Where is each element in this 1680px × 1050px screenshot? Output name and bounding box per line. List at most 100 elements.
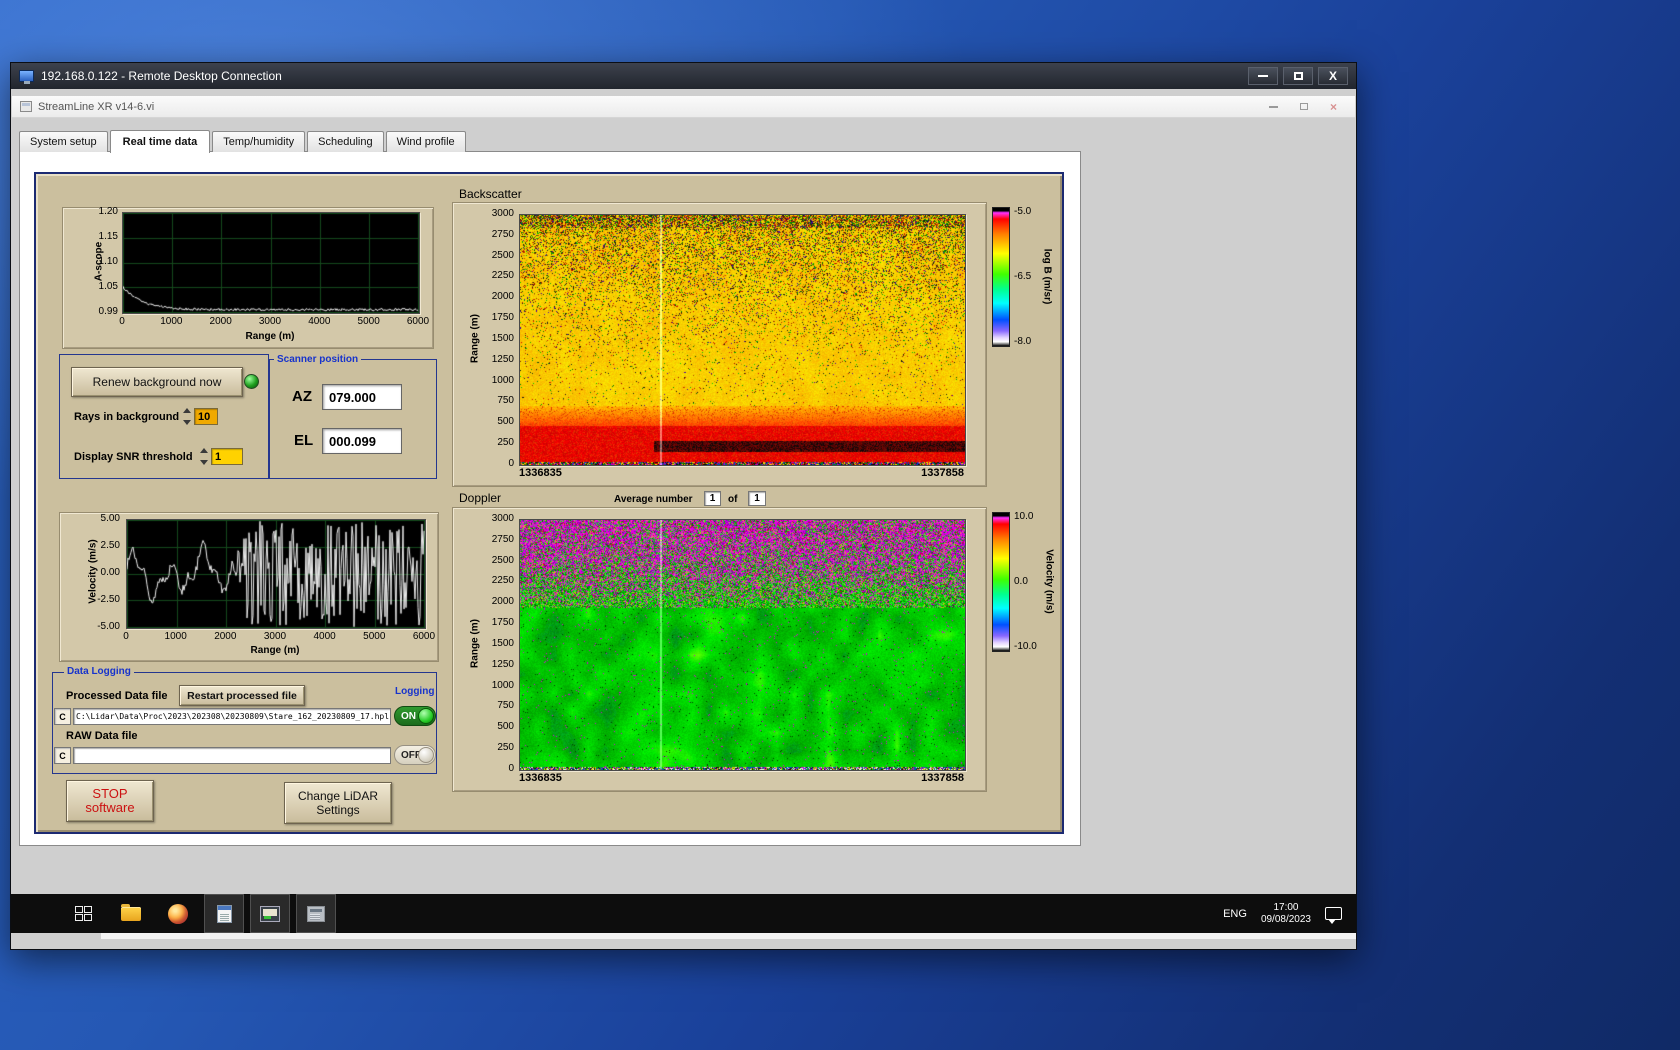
average-number-field[interactable]: 1 bbox=[704, 491, 721, 506]
taskbar: ENG 17:00 09/08/2023 bbox=[11, 894, 1356, 933]
tick-label: 1.15 bbox=[99, 232, 118, 242]
notification-icon[interactable] bbox=[1325, 907, 1342, 920]
tick-label: 2000 bbox=[492, 597, 514, 607]
el-value-field[interactable]: 000.099 bbox=[322, 428, 402, 454]
stop-software-button[interactable]: STOP software bbox=[66, 780, 154, 822]
snr-value-field[interactable]: 1 bbox=[211, 448, 243, 465]
close-button[interactable]: X bbox=[1318, 67, 1348, 85]
tick-label: 0 bbox=[508, 764, 514, 774]
streamline-app-button[interactable] bbox=[250, 894, 290, 933]
rdp-titlebar[interactable]: 192.168.0.122 - Remote Desktop Connectio… bbox=[11, 63, 1356, 89]
doppler-colorbar bbox=[992, 512, 1010, 652]
tick-label: 1336835 bbox=[519, 467, 562, 479]
tick-label: 250 bbox=[497, 743, 514, 753]
rdp-window-controls: X bbox=[1248, 67, 1356, 85]
language-indicator[interactable]: ENG bbox=[1223, 908, 1247, 920]
spinner-up-icon[interactable] bbox=[183, 408, 191, 413]
app-window-icon bbox=[260, 906, 280, 922]
scanner-position-box bbox=[269, 359, 437, 479]
desktop: 192.168.0.122 - Remote Desktop Connectio… bbox=[0, 0, 1680, 1050]
tick-label: 1750 bbox=[492, 618, 514, 628]
tick-label: 1000 bbox=[492, 376, 514, 386]
tick-label: -5.0 bbox=[1014, 207, 1044, 217]
change-lidar-settings-button[interactable]: Change LiDAR Settings bbox=[284, 782, 392, 824]
tick-label: 2500 bbox=[492, 556, 514, 566]
tick-label: 3000 bbox=[492, 514, 514, 524]
tick-label: 0.00 bbox=[101, 568, 120, 578]
backscatter-y-ticks: 3000 2750 2500 2250 2000 1750 1500 1250 1000 750 5… bbox=[478, 209, 514, 469]
tick-label: 1337858 bbox=[921, 467, 964, 479]
tick-label: 1500 bbox=[492, 639, 514, 649]
app-window-controls: × bbox=[1269, 102, 1355, 112]
tab-system-setup[interactable]: System setup bbox=[19, 131, 108, 152]
processed-data-file-label: Processed Data file bbox=[66, 690, 168, 702]
scanner-position-title: Scanner position bbox=[274, 354, 361, 365]
firefox-icon bbox=[168, 904, 188, 924]
backscatter-x-ticks: 1336835 1337858 bbox=[519, 467, 964, 479]
tick-label: 6000 bbox=[406, 631, 442, 642]
tick-label: 3000 bbox=[257, 631, 293, 642]
tick-label: 1500 bbox=[492, 334, 514, 344]
rays-in-background-label: Rays in background bbox=[74, 411, 179, 423]
app-titlebar[interactable]: StreamLine XR v14-6.vi × bbox=[12, 96, 1355, 118]
taskbar-clock[interactable]: 17:00 09/08/2023 bbox=[1261, 902, 1311, 926]
change-line2: Settings bbox=[316, 803, 359, 817]
clock-time: 17:00 bbox=[1273, 902, 1298, 914]
vi-front-panel: A-scope 1.20 1.15 1.10 1.05 0.99 0 1000 2000 30… bbox=[19, 151, 1081, 846]
doppler-title: Doppler bbox=[459, 491, 501, 505]
doppler-colorbar-label: Velocity (m/s) bbox=[1044, 537, 1055, 627]
tick-label: 1.20 bbox=[99, 207, 118, 217]
stop-line2: software bbox=[85, 801, 134, 815]
tick-label: 1250 bbox=[492, 660, 514, 670]
spinner-down-icon[interactable] bbox=[200, 460, 208, 465]
folder-icon bbox=[121, 907, 141, 921]
notepad-button[interactable] bbox=[204, 894, 244, 933]
firefox-button[interactable] bbox=[158, 894, 198, 933]
toggle-knob bbox=[418, 708, 434, 724]
restart-processed-file-button[interactable]: Restart processed file bbox=[179, 685, 305, 706]
scan-scheduler-button[interactable] bbox=[296, 894, 336, 933]
app-minimize-icon[interactable] bbox=[1269, 106, 1278, 108]
taskbar-tray: ENG 17:00 09/08/2023 bbox=[1223, 902, 1356, 926]
tick-label: 0 bbox=[508, 459, 514, 469]
raw-path-field[interactable] bbox=[73, 747, 391, 764]
renew-background-button[interactable]: Renew background now bbox=[71, 367, 243, 397]
spinner-up-icon[interactable] bbox=[200, 448, 208, 453]
processed-logging-toggle[interactable]: ON bbox=[394, 706, 436, 726]
tick-label: 2250 bbox=[492, 271, 514, 281]
file-explorer-button[interactable] bbox=[111, 894, 151, 933]
tick-label: -8.0 bbox=[1014, 337, 1044, 347]
raw-logging-toggle[interactable]: OFF bbox=[394, 745, 436, 765]
tab-temp-humidity[interactable]: Temp/humidity bbox=[212, 131, 305, 152]
tick-label: 2750 bbox=[492, 230, 514, 240]
start-button[interactable] bbox=[63, 894, 103, 933]
tick-label: 1750 bbox=[492, 313, 514, 323]
tick-label: 6000 bbox=[400, 316, 436, 327]
tick-label: 1250 bbox=[492, 355, 514, 365]
raw-drive-selector[interactable]: C bbox=[54, 747, 71, 764]
processed-path-field[interactable]: C:\Lidar\Data\Proc\2023\202308\20230809\… bbox=[73, 708, 391, 725]
rays-value-field[interactable]: 10 bbox=[194, 408, 218, 425]
app-maximize-icon[interactable] bbox=[1300, 103, 1308, 110]
processed-drive-selector[interactable]: C bbox=[54, 708, 71, 725]
maximize-button[interactable] bbox=[1283, 67, 1313, 85]
velocity-y-ticks: 5.00 2.50 0.00 -2.50 -5.00 bbox=[84, 514, 120, 632]
tab-wind-profile[interactable]: Wind profile bbox=[386, 131, 466, 152]
tick-label: 4000 bbox=[307, 631, 343, 642]
tick-label: 10.0 bbox=[1014, 512, 1048, 522]
tick-label: 250 bbox=[497, 438, 514, 448]
spinner-down-icon[interactable] bbox=[183, 420, 191, 425]
tab-real-time-data[interactable]: Real time data bbox=[110, 130, 211, 153]
doppler-y-ticks: 3000 2750 2500 2250 2000 1750 1500 1250 1000 750 5… bbox=[478, 514, 514, 774]
snr-spinner[interactable] bbox=[199, 448, 209, 465]
app-close-icon[interactable]: × bbox=[1330, 102, 1337, 112]
average-total-field[interactable]: 1 bbox=[748, 491, 766, 506]
tick-label: 1000 bbox=[153, 316, 189, 327]
remote-session: StreamLine XR v14-6.vi × System setup Rea… bbox=[11, 89, 1356, 949]
minimize-button[interactable] bbox=[1248, 67, 1278, 85]
rays-spinner[interactable] bbox=[182, 408, 192, 425]
backscatter-heatmap bbox=[519, 214, 966, 466]
az-value-field[interactable]: 079.000 bbox=[322, 384, 402, 410]
tab-scheduling[interactable]: Scheduling bbox=[307, 131, 383, 152]
tick-label: 2750 bbox=[492, 535, 514, 545]
